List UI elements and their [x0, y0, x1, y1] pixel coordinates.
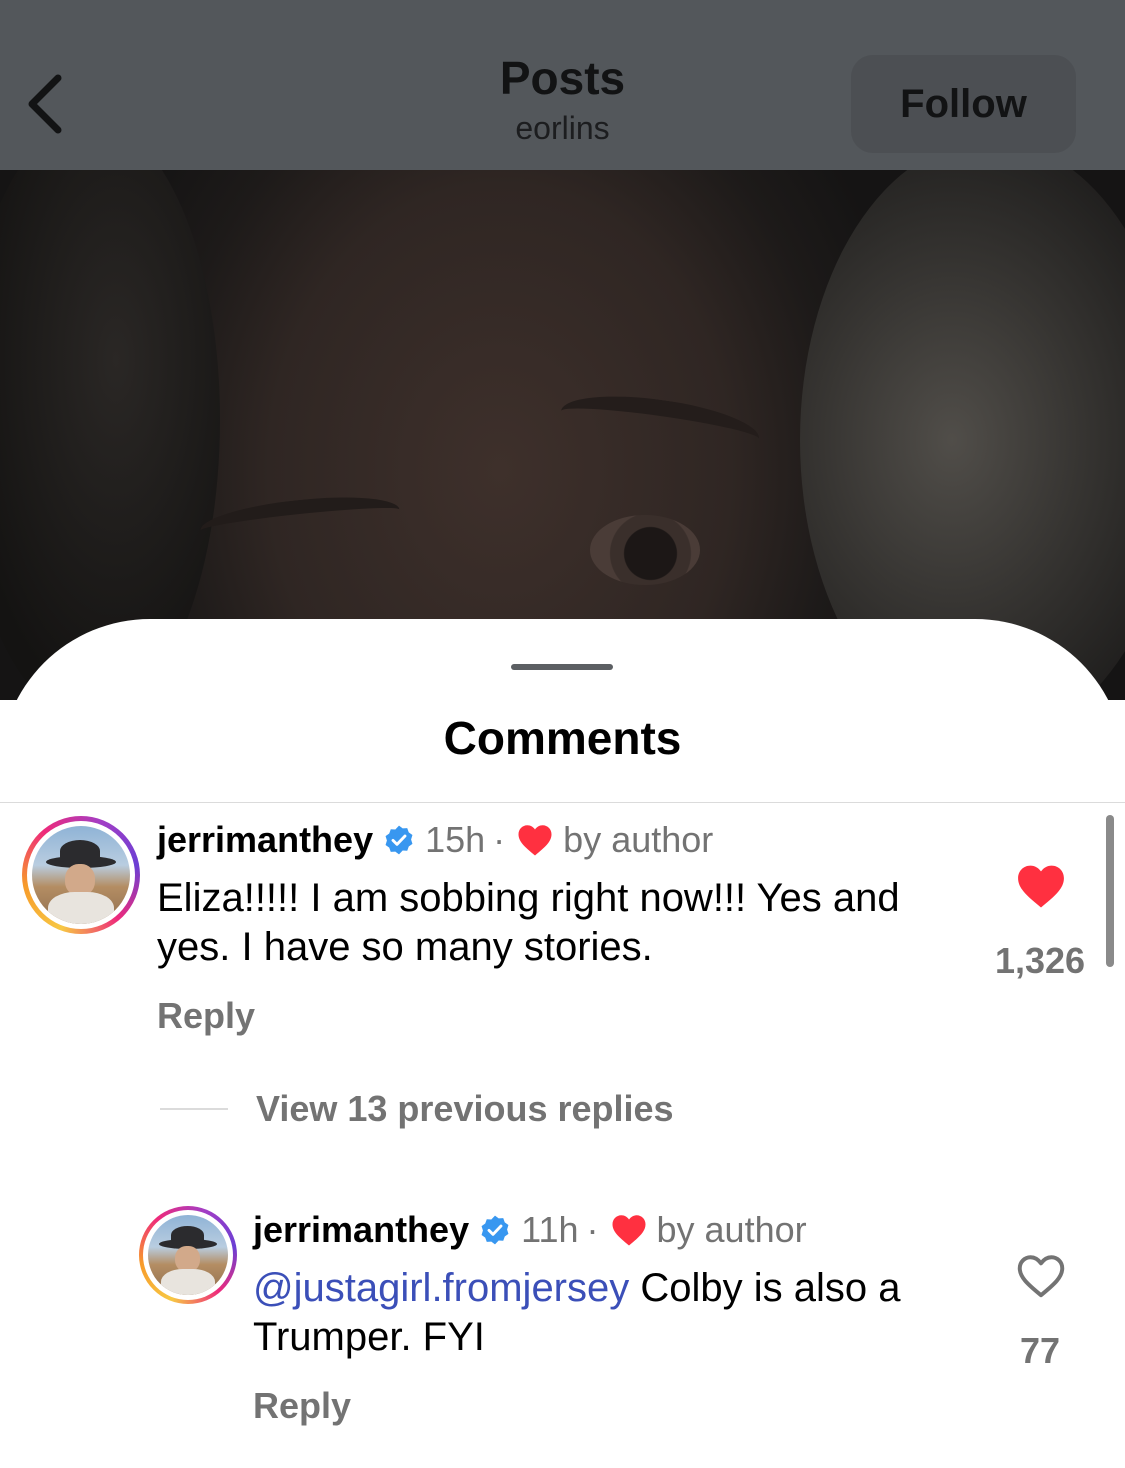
- like-count: 77: [1019, 1330, 1061, 1371]
- comment-username[interactable]: jerrimanthey: [157, 818, 373, 862]
- avatar-photo: [32, 826, 130, 924]
- sheet-drag-handle[interactable]: [511, 664, 613, 670]
- verified-badge-icon: [385, 825, 413, 855]
- post-image-eye: [590, 515, 700, 585]
- comment-meta: jerrimanthey 11h · by author: [253, 1208, 807, 1252]
- like-count: 1,326: [994, 940, 1086, 981]
- avatar-photo: [148, 1215, 228, 1295]
- follow-button[interactable]: Follow: [851, 55, 1076, 153]
- sheet-title: Comments: [443, 712, 682, 764]
- avatar[interactable]: [22, 816, 140, 934]
- comment-meta: jerrimanthey 15h · by author: [157, 818, 713, 862]
- sheet-divider: [0, 802, 1125, 803]
- post-image-hair-right: [800, 140, 1125, 700]
- heart-outline-icon[interactable]: [1016, 1253, 1066, 1299]
- liked-by-author-label: by author: [563, 819, 714, 860]
- heart-filled-icon[interactable]: [1016, 863, 1066, 909]
- view-previous-replies-button[interactable]: View 13 previous replies: [160, 1088, 674, 1130]
- post-image-brow-right: [557, 386, 763, 464]
- comment-time: 15h: [425, 819, 486, 860]
- meta-separator: ·: [493, 819, 506, 860]
- reply-button[interactable]: Reply: [253, 1385, 351, 1427]
- heart-filled-icon: [612, 1215, 645, 1246]
- comment-text: Eliza!!!!! I am sobbing right now!!! Yes…: [157, 876, 900, 969]
- comment-text: @justagirl.fromjersey Colby is also a Tr…: [253, 1264, 983, 1362]
- thread-line: [160, 1108, 228, 1110]
- scrollbar[interactable]: [1106, 815, 1114, 967]
- comment-time: 11h: [521, 1209, 579, 1250]
- post-image-hair-left: [0, 120, 220, 700]
- post-image-brow-left: [198, 489, 402, 551]
- verified-badge-icon: [481, 1215, 509, 1245]
- comment-username[interactable]: jerrimanthey: [253, 1208, 469, 1252]
- top-bar: Posts eorlins Follow: [0, 0, 1125, 170]
- reply-button[interactable]: Reply: [157, 995, 255, 1037]
- view-replies-label: View 13 previous replies: [256, 1088, 674, 1129]
- heart-filled-icon: [518, 825, 552, 856]
- liked-by-author-label: by author: [656, 1209, 807, 1250]
- avatar[interactable]: [139, 1206, 237, 1304]
- mention-link[interactable]: @justagirl.fromjersey: [253, 1266, 629, 1310]
- meta-separator: ·: [586, 1209, 599, 1250]
